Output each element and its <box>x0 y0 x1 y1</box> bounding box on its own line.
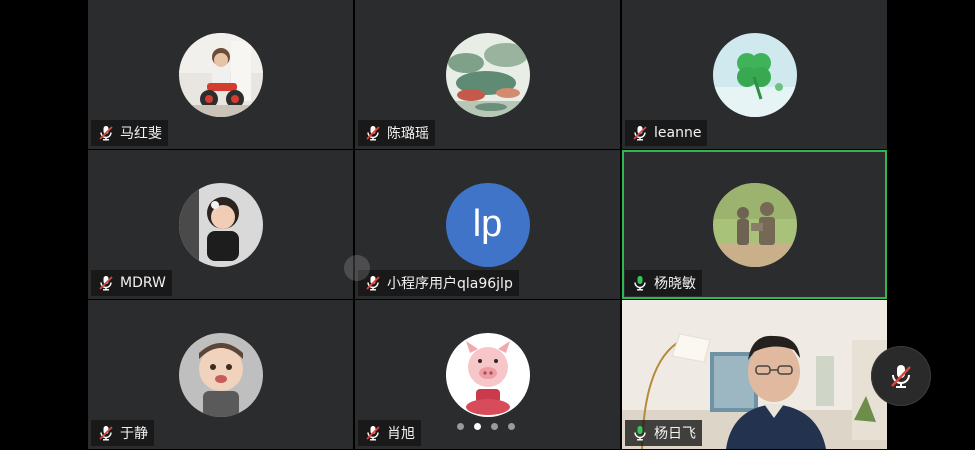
participant-name-tag: 马红斐 <box>91 120 168 146</box>
participant-name: leanne <box>654 125 702 141</box>
participant-name-tag: 陈璐瑶 <box>358 120 435 146</box>
participant-video-tile[interactable]: 杨日飞 <box>622 300 887 449</box>
statues-photo <box>712 182 797 267</box>
avatar <box>178 32 263 117</box>
participant-name: MDRW <box>120 275 166 291</box>
child-on-tricycle-photo <box>178 32 263 117</box>
touch-indicator <box>344 255 370 281</box>
participant-name-tag: 杨晓敏 <box>625 270 702 296</box>
landscape-painting-photo <box>445 32 530 117</box>
participant-grid: 马红斐 陈璐瑶 leanne MDRW lp 小程序用户qla96jlp 杨晓敏… <box>88 0 887 450</box>
avatar <box>445 32 530 117</box>
mic-muted-icon <box>364 424 382 442</box>
mic-muted-icon <box>364 124 382 142</box>
participant-name: 小程序用户qla96jlp <box>387 276 513 292</box>
participant-tile[interactable]: lp 小程序用户qla96jlp <box>355 150 620 299</box>
participant-tile[interactable]: MDRW <box>88 150 353 299</box>
avatar <box>178 332 263 417</box>
participant-name: 马红斐 <box>120 126 162 142</box>
participant-name-tag: MDRW <box>91 270 172 296</box>
participant-name: 杨日飞 <box>654 426 696 442</box>
avatar <box>712 182 797 267</box>
initials-avatar: lp <box>445 182 530 267</box>
page-indicator[interactable] <box>457 423 515 430</box>
participant-name-tag: 于静 <box>91 420 154 446</box>
page-dot[interactable] <box>508 423 515 430</box>
mic-muted-icon <box>97 274 115 292</box>
page-dot[interactable] <box>457 423 464 430</box>
page-dot-current[interactable] <box>474 423 481 430</box>
girl-portrait-photo <box>178 182 263 267</box>
mute-toggle-button[interactable] <box>871 346 931 406</box>
mic-muted-icon <box>891 365 911 388</box>
participant-tile[interactable]: leanne <box>622 0 887 149</box>
meeting-screen: 马红斐 陈璐瑶 leanne MDRW lp 小程序用户qla96jlp 杨晓敏… <box>0 0 975 450</box>
participant-name-tag: 小程序用户qla96jlp <box>358 270 519 296</box>
avatar <box>178 182 263 267</box>
participant-name: 陈璐瑶 <box>387 126 429 142</box>
cartoon-pig-photo <box>445 332 530 417</box>
mic-muted-icon <box>364 274 382 292</box>
page-dot[interactable] <box>491 423 498 430</box>
mic-muted-icon <box>97 124 115 142</box>
mic-muted-icon <box>97 424 115 442</box>
four-leaf-clover-photo <box>712 32 797 117</box>
participant-tile[interactable]: 马红斐 <box>88 0 353 149</box>
participant-name-tag: 肖旭 <box>358 420 421 446</box>
participant-name-tag: 杨日飞 <box>625 420 702 446</box>
participant-name: 肖旭 <box>387 426 415 442</box>
baby-face-photo <box>178 332 263 417</box>
avatar <box>445 332 530 417</box>
mic-active-icon <box>631 274 649 292</box>
participant-tile[interactable]: 于静 <box>88 300 353 449</box>
participant-tile[interactable]: 陈璐瑶 <box>355 0 620 149</box>
avatar <box>712 32 797 117</box>
participant-name-tag: leanne <box>625 120 708 146</box>
participant-tile[interactable]: 杨晓敏 <box>622 150 887 299</box>
mic-active-icon <box>631 424 649 442</box>
participant-name: 杨晓敏 <box>654 276 696 292</box>
participant-name: 于静 <box>120 426 148 442</box>
mic-muted-icon <box>631 124 649 142</box>
